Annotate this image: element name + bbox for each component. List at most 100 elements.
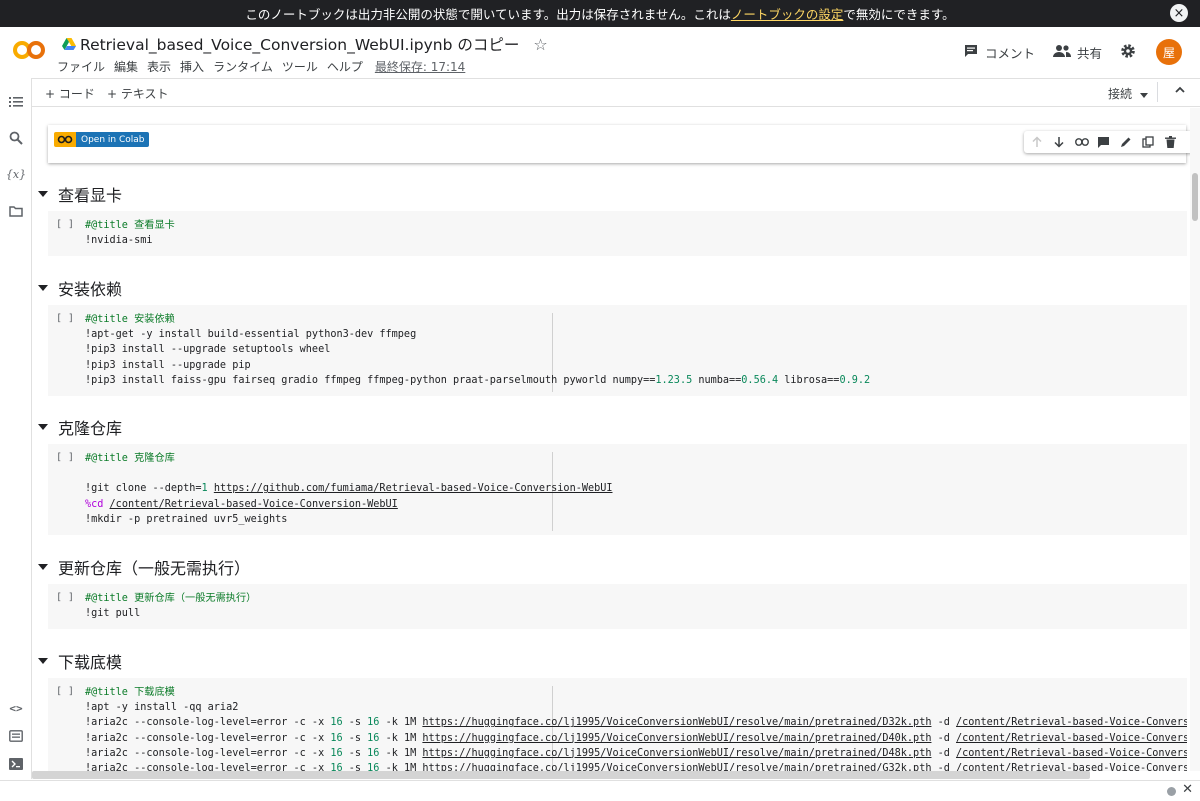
code-token: -d [931,763,957,771]
code-link[interactable]: /content/Retrieval-based-Voice-Conversio… [110,499,398,510]
section-heading[interactable]: 安装依赖 [32,276,122,300]
run-cell-button[interactable]: [ ] [56,452,74,463]
chevron-up-icon [1175,86,1185,93]
code-line: !git pull [85,606,256,621]
mirror-cell-icon[interactable] [1139,133,1157,151]
caret-down-icon [1140,87,1148,101]
code-token: !nvidia-smi [85,235,153,247]
code-token: !pip3 install --upgrade pip [85,359,251,371]
move-cell-up-icon[interactable] [1028,133,1046,151]
share-button[interactable]: 共有 [1052,43,1102,62]
section-heading[interactable]: 克隆仓库 [32,415,122,439]
code-token: #@title 克隆仓库 [85,453,175,464]
connect-button[interactable]: 接続 [1108,85,1148,102]
code-cell[interactable]: [ ] #@title 下载底模 !apt -y install -qq aria… [48,678,1187,771]
code-token: !aria2c --console-log-level=error -c -x [85,717,331,729]
collapse-header-button[interactable] [1174,84,1186,99]
code-link[interactable]: https://huggingface.co/lj1995/VoiceConve… [422,733,931,744]
badge-markdown-cell[interactable]: Open in Colab [48,125,1190,163]
section-heading[interactable]: 更新仓库（一般无需执行） [32,555,250,579]
code-line: !pip3 install faiss-gpu fairseq gradio f… [85,373,870,388]
connect-label: 接続 [1107,87,1132,101]
code-line: !pip3 install --upgrade pip [85,358,870,373]
code-cell[interactable]: [ ] #@title 查看显卡 !nvidia-smi [48,211,1187,256]
menu-file[interactable]: ファイル [57,58,105,75]
collapse-caret-icon [38,285,48,291]
colab-logo[interactable] [12,39,46,65]
notebook-title[interactable]: Retrieval_based_Voice_Conversion_WebUI.i… [80,33,519,55]
vertical-scrollbar-thumb[interactable] [1192,173,1198,221]
account-avatar[interactable]: 屋 [1156,39,1182,65]
code-line: !mkdir -p pretrained uvr5_weights [85,512,613,527]
close-icon[interactable]: ✕ [1182,782,1193,797]
code-snippets-icon[interactable]: <> [7,699,25,717]
code-token: 1.23.5 [655,374,693,386]
status-dot-icon [1167,787,1176,796]
code-editor[interactable]: #@title 下载底模 !apt -y install -qq aria2 !ar… [85,685,1187,771]
vertical-scrollbar[interactable] [1190,108,1200,771]
variables-icon[interactable]: {x} [6,165,26,183]
code-line: !aria2c --console-log-level=error -c -x … [85,731,1187,746]
code-editor[interactable]: #@title 更新仓库（一般无需执行） !git pull [85,591,256,621]
code-line: #@title 更新仓库（一般无需执行） [85,591,256,606]
section-heading[interactable]: 下载底模 [32,649,122,673]
code-editor[interactable]: #@title 安装依赖 !apt-get -y install build-es… [85,312,870,388]
code-link[interactable]: /content/Retrieval-based-Voice-Conversio… [956,748,1187,759]
star-icon[interactable]: ☆ [533,35,547,54]
table-of-contents-icon[interactable] [7,93,25,111]
menu-help[interactable]: ヘルプ [327,58,363,75]
delete-icon[interactable] [1162,133,1180,151]
add-code-button[interactable]: + コード [45,85,95,102]
menu-insert[interactable]: 挿入 [180,58,204,75]
menu-edit[interactable]: 編集 [114,58,138,75]
menu-view[interactable]: 表示 [147,58,171,75]
collapse-caret-icon [38,424,48,430]
collapse-caret-icon [38,658,48,664]
link-icon[interactable] [1073,133,1091,151]
code-link[interactable]: /content/Retrieval-based-Voice-Conversio… [956,733,1187,744]
code-line: !apt-get -y install build-essential pyth… [85,327,870,342]
code-line: #@title 查看显卡 [85,218,175,233]
search-icon[interactable] [7,129,25,147]
code-editor[interactable]: #@title 克隆仓库 !git clone --depth=1 https:… [85,451,613,527]
code-token: librosa== [778,374,840,386]
edit-pencil-icon[interactable] [1117,133,1135,151]
open-in-colab-badge[interactable]: Open in Colab [54,132,150,147]
code-link[interactable]: /content/Retrieval-based-Voice-Conversio… [956,763,1187,771]
code-cell[interactable]: [ ] #@title 更新仓库（一般无需执行） !git pull [48,584,1187,629]
code-link[interactable]: /content/Retrieval-based-Voice-Conversio… [956,717,1187,728]
run-cell-button[interactable]: [ ] [56,686,74,697]
comment-button[interactable]: コメント [963,43,1035,62]
folder-icon[interactable] [7,202,25,220]
code-token: -k 1M [379,717,423,729]
banner-close-button[interactable]: × [1170,4,1188,22]
terminal-icon[interactable] [7,755,25,773]
menu-bar: ファイル 編集 表示 挿入 ランタイム ツール ヘルプ 最終保存: 17:14 [57,58,474,75]
code-cell[interactable]: [ ] #@title 克隆仓库 !git clone --depth=1 ht… [48,444,1187,535]
code-editor[interactable]: #@title 查看显卡 !nvidia-smi [85,218,175,248]
settings-button[interactable] [1120,43,1142,62]
code-cell[interactable]: [ ] #@title 安装依赖 !apt-get -y install buil… [48,305,1187,396]
run-cell-button[interactable]: [ ] [56,219,74,230]
last-saved-link[interactable]: 最終保存: 17:14 [375,58,465,75]
add-text-button[interactable]: + テキスト [107,85,169,102]
section-heading[interactable]: 查看显卡 [32,182,122,206]
menu-runtime[interactable]: ランタイム [213,58,273,75]
notebook-settings-link[interactable]: ノートブックの設定 [731,4,844,23]
code-line: %cd /content/Retrieval-based-Voice-Conve… [85,497,613,512]
run-cell-button[interactable]: [ ] [56,313,74,324]
code-link[interactable]: https://huggingface.co/lj1995/VoiceConve… [422,748,931,759]
notebook-content: Open in Colab 查看显卡 [ ] #@title 查看显卡 !nvid… [32,107,1190,771]
move-cell-down-icon[interactable] [1050,133,1068,151]
command-palette-icon[interactable] [7,727,25,745]
code-link[interactable]: https://huggingface.co/lj1995/VoiceConve… [422,717,931,728]
horizontal-scrollbar[interactable] [32,771,1090,779]
drive-icon [62,35,76,54]
code-token: !aria2c --console-log-level=error -c -x [85,732,331,744]
code-link[interactable]: https://github.com/fumiama/Retrieval-bas… [214,483,613,494]
code-link[interactable]: https://huggingface.co/lj1995/VoiceConve… [422,763,931,771]
add-comment-icon[interactable] [1095,133,1113,151]
run-cell-button[interactable]: [ ] [56,592,74,603]
menu-tools[interactable]: ツール [282,58,318,75]
